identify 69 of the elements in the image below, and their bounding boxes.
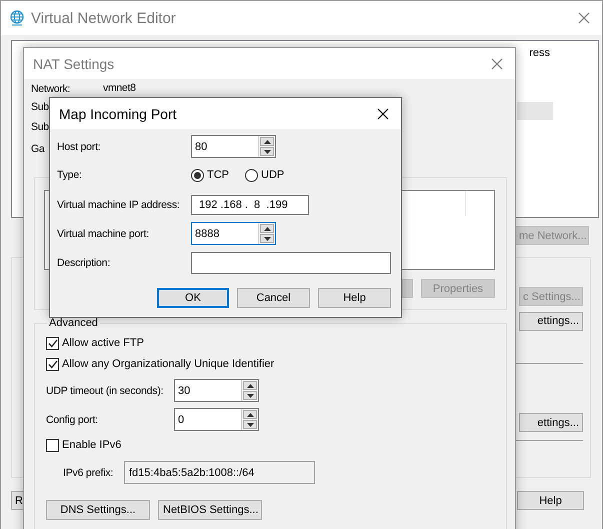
field-label: Type: bbox=[57, 169, 83, 181]
spin-box[interactable]: 8888 bbox=[191, 222, 276, 245]
config-port-field[interactable]: 0 bbox=[175, 409, 241, 430]
column-header: ress bbox=[529, 46, 550, 61]
settings-button[interactable]: ettings... bbox=[519, 312, 583, 330]
help-button[interactable]: Help bbox=[517, 491, 584, 510]
close-icon bbox=[578, 12, 590, 24]
field-label: Virtual machine port: bbox=[57, 228, 150, 240]
down-arrow-icon bbox=[264, 236, 270, 240]
radio-button[interactable] bbox=[191, 168, 204, 182]
spin-up-button[interactable] bbox=[243, 410, 257, 419]
spin-box[interactable]: 80 bbox=[191, 135, 276, 158]
radio-label: UDP bbox=[261, 168, 284, 182]
checkbox-label: Enable IPv6 bbox=[62, 438, 122, 453]
spin-down-button[interactable] bbox=[260, 147, 274, 156]
checkbox-label: Allow active FTP bbox=[62, 336, 144, 351]
dialog-title: Map Incoming Port bbox=[59, 106, 178, 122]
settings-button[interactable]: ettings... bbox=[519, 413, 583, 432]
window-title: Virtual Network Editor bbox=[31, 10, 177, 26]
radio-button[interactable] bbox=[245, 168, 258, 182]
spin-down-button[interactable] bbox=[243, 391, 257, 400]
up-arrow-icon bbox=[246, 412, 254, 416]
dialog-button[interactable]: Help bbox=[318, 288, 391, 308]
settings-button[interactable]: DNS Settings... bbox=[46, 500, 150, 520]
close-icon bbox=[491, 58, 503, 70]
up-arrow-icon bbox=[264, 226, 270, 230]
spin-box[interactable]: 30 bbox=[174, 379, 259, 402]
field-label: Network: bbox=[31, 82, 72, 94]
checkmark-icon bbox=[48, 339, 58, 348]
ip-address-field[interactable]: 192 .168 . 8 .199 bbox=[191, 195, 309, 215]
udp-timeout-field[interactable]: 30 bbox=[175, 380, 241, 401]
field-label: Host port: bbox=[57, 140, 102, 152]
field-label: Sub bbox=[31, 120, 49, 132]
spin-up-button[interactable] bbox=[260, 137, 274, 146]
checkbox[interactable] bbox=[46, 358, 59, 371]
checkbox[interactable] bbox=[46, 439, 59, 452]
host-port-field[interactable]: 80 bbox=[192, 136, 258, 157]
description-field[interactable] bbox=[191, 252, 391, 274]
field-label: Virtual machine IP address: bbox=[57, 199, 181, 211]
spin-box[interactable]: 0 bbox=[174, 408, 259, 431]
field-label: Ga bbox=[31, 142, 44, 154]
vm-port-field[interactable]: 8888 bbox=[192, 223, 258, 244]
settings-button[interactable]: NetBIOS Settings... bbox=[158, 500, 262, 520]
radio-label: TCP bbox=[207, 168, 229, 182]
close-icon bbox=[377, 108, 389, 120]
checkbox-label: Allow any Organizationally Unique Identifier bbox=[62, 357, 274, 372]
dialog-title: NAT Settings bbox=[33, 56, 116, 72]
down-arrow-icon bbox=[246, 394, 254, 398]
down-arrow-icon bbox=[246, 422, 254, 426]
spin-down-button[interactable] bbox=[243, 420, 257, 429]
button[interactable]: R bbox=[11, 491, 24, 510]
field-label: Sub bbox=[31, 100, 49, 112]
dialog-button[interactable]: Cancel bbox=[237, 288, 310, 308]
globe-icon bbox=[10, 10, 24, 26]
dialog-button[interactable]: OK bbox=[157, 288, 229, 308]
field-value: vmnet8 bbox=[103, 81, 136, 96]
field-label: Config port: bbox=[46, 414, 99, 426]
spin-up-button[interactable] bbox=[260, 224, 274, 233]
checkbox[interactable] bbox=[46, 337, 59, 350]
field-label: Description: bbox=[57, 257, 112, 269]
up-arrow-icon bbox=[264, 140, 270, 144]
field-label: UDP timeout (in seconds): bbox=[46, 384, 164, 396]
group-label: Advanced bbox=[48, 316, 99, 330]
spin-up-button[interactable] bbox=[243, 381, 257, 390]
up-arrow-icon bbox=[246, 384, 254, 388]
checkmark-icon bbox=[48, 360, 58, 369]
down-arrow-icon bbox=[264, 150, 270, 154]
spin-down-button[interactable] bbox=[260, 234, 274, 243]
field-label: IPv6 prefix: bbox=[62, 466, 114, 478]
